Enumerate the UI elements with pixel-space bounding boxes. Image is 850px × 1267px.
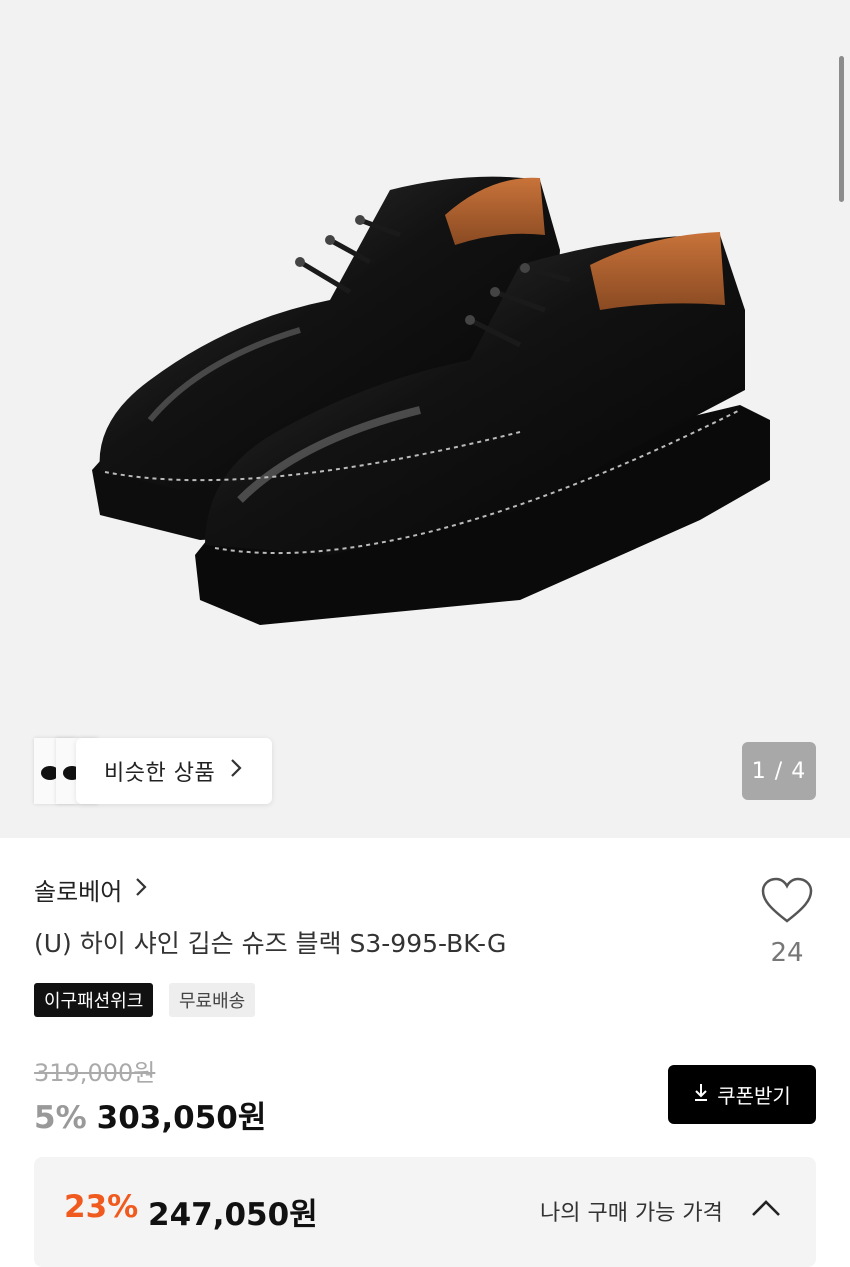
best-price-panel[interactable]: 23% 247,050원 나의 구매 가능 가격 xyxy=(34,1157,816,1267)
coupon-label: 쿠폰받기 xyxy=(717,1084,791,1108)
product-title: (U) 하이 샤인 깁슨 슈즈 블랙 S3-995-BK-G xyxy=(34,929,507,958)
like-count: 24 xyxy=(770,938,804,968)
sale-price: 303,050원 xyxy=(96,1100,267,1136)
original-price: 319,000원 xyxy=(34,1059,156,1087)
best-price-label: 나의 구매 가능 가격 xyxy=(540,1201,723,1226)
similar-products-label: 비슷한 상품 xyxy=(104,761,216,786)
chevron-right-icon xyxy=(134,876,148,904)
best-discount-percent: 23% xyxy=(64,1189,139,1225)
discount-percent: 5% xyxy=(34,1100,87,1136)
image-pager: 1 / 4 xyxy=(742,742,816,800)
chevron-up-icon[interactable] xyxy=(750,1197,782,1223)
scrollbar[interactable] xyxy=(839,56,844,202)
event-badge: 이구패션위크 xyxy=(34,983,154,1017)
brand-link[interactable]: 솔로베어 xyxy=(34,872,148,907)
download-icon xyxy=(693,1082,709,1107)
similar-products-card[interactable]: 비슷한 상품 xyxy=(76,738,272,804)
free-shipping-badge: 무료배송 xyxy=(169,983,256,1017)
sale-price-row: 5% 303,050원 xyxy=(34,1092,266,1137)
heart-icon[interactable] xyxy=(760,876,814,930)
product-image-gallery[interactable]: 비슷한 상품 1 / 4 xyxy=(0,0,850,838)
best-price: 247,050원 xyxy=(148,1197,318,1233)
get-coupon-button[interactable]: 쿠폰받기 xyxy=(668,1065,816,1124)
brand-name: 솔로베어 xyxy=(34,878,123,906)
chevron-right-icon xyxy=(229,758,243,784)
product-photo xyxy=(92,176,770,625)
similar-products-button[interactable]: 비슷한 상품 xyxy=(34,738,272,804)
